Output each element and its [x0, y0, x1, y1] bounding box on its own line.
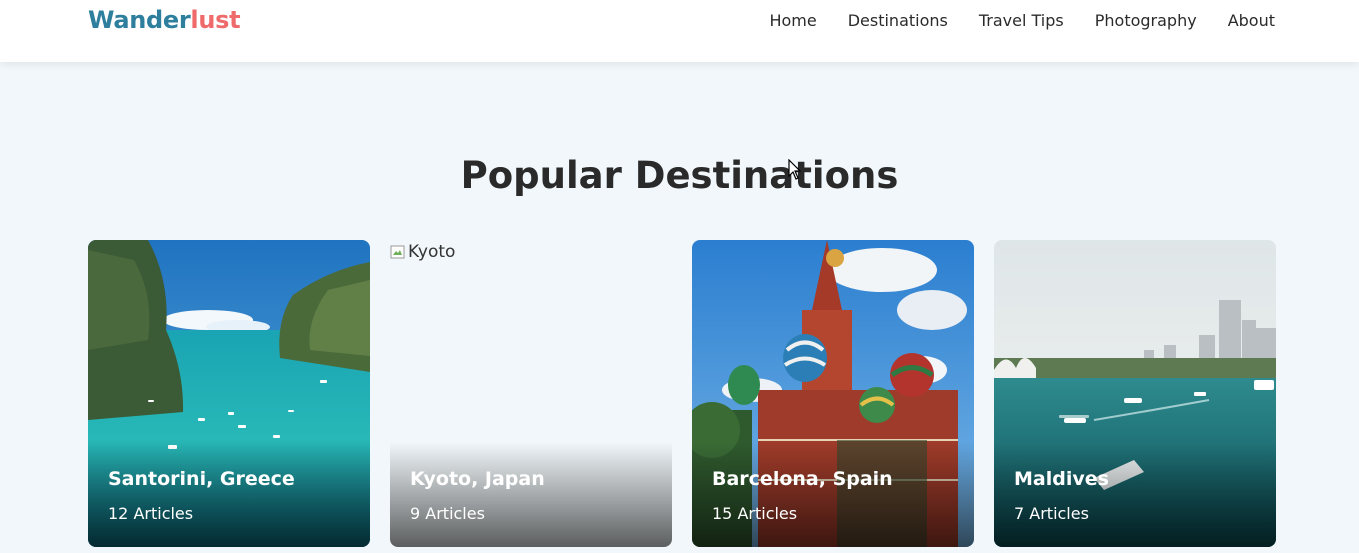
card-title: Maldives	[1014, 468, 1109, 490]
nav-destinations[interactable]: Destinations	[848, 11, 948, 30]
card-article-count: 12 Articles	[108, 504, 194, 523]
card-article-count: 7 Articles	[1014, 504, 1089, 523]
broken-image-icon	[390, 245, 405, 259]
card-gradient-overlay	[994, 442, 1276, 547]
destination-card-kyoto[interactable]: Kyoto Kyoto, Japan 9 Articles	[390, 240, 672, 547]
card-article-count: 9 Articles	[410, 504, 485, 523]
nav-travel-tips[interactable]: Travel Tips	[979, 11, 1064, 30]
card-article-count: 15 Articles	[712, 504, 798, 523]
card-gradient-overlay	[88, 442, 370, 547]
logo[interactable]: Wanderlust	[88, 6, 241, 34]
card-gradient-overlay	[390, 442, 672, 547]
broken-image-alt-text: Kyoto	[408, 242, 456, 262]
card-title: Barcelona, Spain	[712, 468, 893, 490]
section-title: Popular Destinations	[460, 154, 899, 197]
logo-part-lust: lust	[190, 6, 241, 34]
site-header: Wanderlust Home Destinations Travel Tips…	[0, 0, 1359, 62]
destination-card-barcelona[interactable]: Barcelona, Spain 15 Articles	[692, 240, 974, 547]
main-nav: Home Destinations Travel Tips Photograph…	[769, 11, 1275, 30]
nav-home[interactable]: Home	[769, 11, 816, 30]
nav-photography[interactable]: Photography	[1095, 11, 1197, 30]
logo-part-wander: Wander	[88, 6, 191, 34]
broken-image: Kyoto	[390, 242, 455, 262]
nav-about[interactable]: About	[1228, 11, 1275, 30]
destination-card-maldives[interactable]: Maldives 7 Articles	[994, 240, 1276, 547]
card-gradient-overlay	[692, 442, 974, 547]
destination-card-santorini[interactable]: Santorini, Greece 12 Articles	[88, 240, 370, 547]
mouse-cursor-icon	[788, 159, 802, 180]
card-title: Santorini, Greece	[108, 468, 295, 490]
card-title: Kyoto, Japan	[410, 468, 545, 490]
